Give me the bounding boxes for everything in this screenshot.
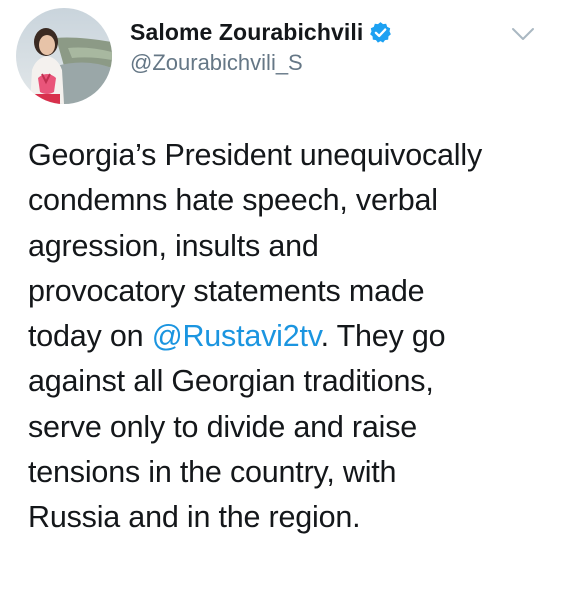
tweet-text: Georgia’s President unequivocally condem… [28,133,548,541]
tweet-text-line: serve only to divide and raise [28,409,418,444]
tweet-text-segment: today on [28,319,152,354]
tweet-card: Salome Zourabichvili @Zourabichvili_S Ge… [0,0,561,604]
tweet-text-line: Russia and in the region. [28,500,361,535]
avatar-image [16,8,112,104]
author-row[interactable]: Salome Zourabichvili [130,17,392,47]
author-handle[interactable]: @Zourabichvili_S [130,50,303,76]
tweet-text-line: agression, insults and [28,228,319,263]
tweet-text-line: provocatory statements made [28,273,425,308]
tweet-text-line: against all Georgian traditions, [28,364,434,399]
tweet-menu-button[interactable] [508,22,538,46]
mention-link[interactable]: @Rustavi2tv [152,319,321,353]
avatar[interactable] [16,8,112,104]
tweet-text-segment: . They go [320,319,446,354]
tweet-text-line: tensions in the country, with [28,455,397,490]
tweet-text-line: Georgia’s President unequivocally [28,138,482,172]
tweet-text-line: condemns hate speech, verbal [28,183,438,218]
chevron-down-icon [512,28,534,40]
display-name[interactable]: Salome Zourabichvili [130,19,363,46]
verified-badge-icon [369,21,392,44]
